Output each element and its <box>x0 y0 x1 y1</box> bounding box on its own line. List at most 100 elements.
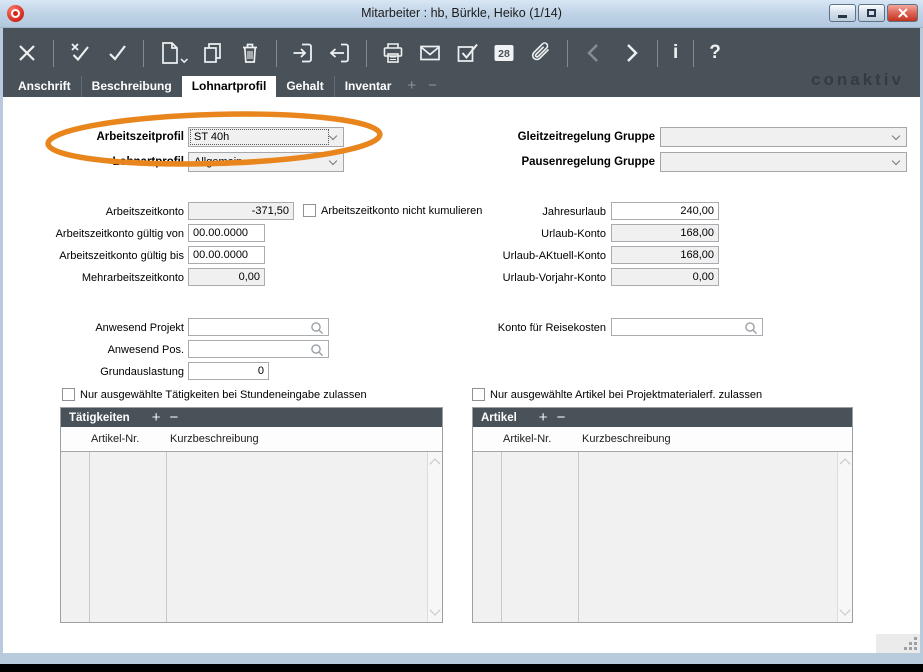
artikel-panel-header: Artikel + − <box>473 408 852 427</box>
calendar-icon[interactable]: 28 <box>490 39 518 67</box>
toolbar: 28 i ? <box>13 33 724 73</box>
scroll-down-icon[interactable] <box>839 604 850 615</box>
screenshot: Mitarbeiter : hb, Bürkle, Heiko (1/14) <box>0 0 923 672</box>
minimize-icon <box>838 15 847 18</box>
tasks-icon[interactable] <box>453 39 481 67</box>
urlaub-konto-label: Urlaub-Konto <box>440 225 606 243</box>
anwesend-projekt-label: Anwesend Projekt <box>20 319 184 337</box>
gueltig-von-field[interactable]: 00.00.0000 <box>188 224 265 242</box>
confirm-check-icon[interactable] <box>103 39 131 67</box>
jahresurlaub-label: Jahresurlaub <box>440 203 606 221</box>
remove-row-icon[interactable]: − <box>169 409 187 427</box>
toolbar-separator <box>693 40 694 67</box>
taetigkeiten-panel-title: Tätigkeiten <box>69 412 130 424</box>
search-icon[interactable] <box>744 321 758 336</box>
toolbar-separator <box>366 40 367 67</box>
column-artikel-nr[interactable]: Artikel-Nr. <box>501 433 578 445</box>
gleitzeitregelung-label: Gleitzeitregelung Gruppe <box>420 128 655 146</box>
search-icon[interactable] <box>310 321 324 336</box>
title-bar[interactable]: Mitarbeiter : hb, Bürkle, Heiko (1/14) <box>0 0 923 28</box>
close-button[interactable] <box>887 4 918 22</box>
next-record-icon[interactable] <box>617 39 645 67</box>
info-icon[interactable]: i <box>670 39 681 67</box>
arbeitszeitprofil-select[interactable]: ST 40h <box>188 127 344 147</box>
urlaub-aktuell-konto-field[interactable]: 168,00 <box>611 246 719 264</box>
close-icon <box>897 7 909 19</box>
arbeitszeitkonto-field[interactable]: -371,50 <box>188 202 294 220</box>
nur-taetigkeiten-label: Nur ausgewählte Tätigkeiten bei Stundene… <box>80 388 367 402</box>
scroll-up-icon[interactable] <box>839 458 850 469</box>
taetigkeiten-panel-header: Tätigkeiten + − <box>61 408 442 427</box>
window-border <box>0 28 3 653</box>
jahresurlaub-field[interactable]: 240,00 <box>611 202 719 220</box>
tab-add-icon[interactable]: + <box>401 76 422 97</box>
import-icon[interactable] <box>289 39 317 67</box>
column-artikel-nr[interactable]: Artikel-Nr. <box>89 433 166 445</box>
artikel-panel-title: Artikel <box>481 412 517 424</box>
urlaub-vorjahr-konto-field[interactable]: 0,00 <box>611 268 719 286</box>
nur-taetigkeiten-checkbox[interactable] <box>62 388 75 401</box>
tab-anschrift[interactable]: Anschrift <box>8 76 81 97</box>
nur-artikel-checkbox[interactable] <box>472 388 485 401</box>
search-icon[interactable] <box>310 343 324 358</box>
mitarbeiter-window: Mitarbeiter : hb, Bürkle, Heiko (1/14) <box>0 0 923 664</box>
pausenregelung-select[interactable] <box>660 152 907 172</box>
add-row-icon[interactable]: + <box>152 409 170 427</box>
remove-row-icon[interactable]: − <box>557 409 575 427</box>
urlaub-konto-field[interactable]: 168,00 <box>611 224 719 242</box>
add-row-icon[interactable]: + <box>539 409 557 427</box>
column-kurzbeschreibung[interactable]: Kurzbeschreibung <box>578 433 852 445</box>
tab-inventar[interactable]: Inventar <box>334 76 402 97</box>
print-icon[interactable] <box>379 39 407 67</box>
resize-grip[interactable] <box>876 634 920 653</box>
mehrarbeitszeitkonto-field[interactable]: 0,00 <box>188 268 265 286</box>
minimize-button[interactable] <box>829 4 856 22</box>
toolbar-separator <box>276 40 277 67</box>
grundauslastung-label: Grundauslastung <box>20 363 184 381</box>
urlaub-vorjahr-konto-label: Urlaub-Vorjahr-Konto <box>440 269 606 287</box>
taetigkeiten-list[interactable] <box>61 452 442 622</box>
scroll-down-icon[interactable] <box>429 604 440 615</box>
lohnartprofil-select[interactable]: Allgemein <box>188 152 344 172</box>
close-record-icon[interactable] <box>13 39 41 67</box>
chevron-down-icon <box>892 132 900 140</box>
email-icon[interactable] <box>416 39 444 67</box>
tab-beschreibung[interactable]: Beschreibung <box>81 76 182 97</box>
column-kurzbeschreibung[interactable]: Kurzbeschreibung <box>166 433 442 445</box>
anwesend-projekt-field[interactable] <box>188 318 329 336</box>
reisekosten-label: Konto für Reisekosten <box>440 319 606 337</box>
attachment-icon[interactable] <box>527 39 555 67</box>
reisekosten-field[interactable] <box>611 318 763 336</box>
calendar-day: 28 <box>498 48 510 60</box>
restore-button[interactable] <box>858 4 885 22</box>
artikel-panel: Artikel + − Artikel-Nr. Kurzbeschreibung <box>472 407 853 623</box>
previous-record-icon[interactable] <box>580 39 608 67</box>
export-icon[interactable] <box>326 39 354 67</box>
gueltig-bis-field[interactable]: 00.00.0000 <box>188 246 265 264</box>
urlaub-aktuell-konto-label: Urlaub-AKtuell-Konto <box>440 247 606 265</box>
artikel-list[interactable] <box>473 452 852 622</box>
discard-check-icon[interactable] <box>66 39 94 67</box>
chevron-down-icon <box>329 157 337 165</box>
tab-lohnartprofil[interactable]: Lohnartprofil <box>182 76 277 97</box>
duplicate-icon[interactable] <box>199 39 227 67</box>
help-icon[interactable]: ? <box>706 39 724 67</box>
gleitzeitregelung-select[interactable] <box>660 127 907 147</box>
tab-remove-icon[interactable]: − <box>422 76 443 97</box>
toolbar-band: 28 i ? conaktiv Anschrift Beschreibung L… <box>3 28 920 97</box>
scroll-up-icon[interactable] <box>429 458 440 469</box>
nur-artikel-label: Nur ausgewählte Artikel bei Projektmater… <box>490 388 762 402</box>
delete-icon[interactable] <box>236 39 264 67</box>
grundauslastung-field[interactable]: 0 <box>188 362 269 380</box>
anwesend-pos-field[interactable] <box>188 340 329 358</box>
resize-grip-icon <box>904 637 917 650</box>
tab-gehalt[interactable]: Gehalt <box>276 76 333 97</box>
chevron-down-icon <box>329 132 337 140</box>
window-border <box>0 653 923 664</box>
scrollbar[interactable] <box>427 452 442 622</box>
new-record-icon[interactable] <box>156 39 190 67</box>
nicht-kumulieren-checkbox[interactable] <box>303 204 316 217</box>
scrollbar[interactable] <box>837 452 852 622</box>
toolbar-separator <box>657 40 658 67</box>
mehrarbeitszeitkonto-label: Mehrarbeitszeitkonto <box>20 269 184 287</box>
